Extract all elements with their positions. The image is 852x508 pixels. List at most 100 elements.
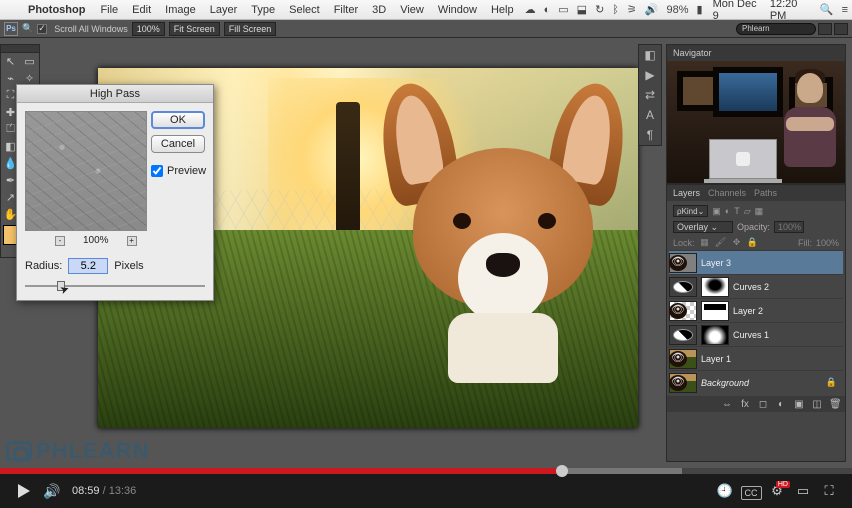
menu-file[interactable]: File bbox=[93, 4, 125, 16]
layer-name[interactable]: Layer 1 bbox=[701, 354, 731, 364]
visibility-icon[interactable]: 👁 bbox=[669, 351, 687, 367]
app-name[interactable]: Photoshop bbox=[20, 4, 93, 16]
lock-pixels-icon[interactable]: 🖌 bbox=[715, 237, 727, 248]
paths-tab[interactable]: Paths bbox=[754, 188, 777, 198]
filter-type-icon[interactable]: T bbox=[734, 206, 740, 216]
ok-button[interactable]: OK bbox=[151, 111, 205, 129]
play-button[interactable] bbox=[10, 477, 38, 505]
marquee-tool-icon[interactable]: ▭ bbox=[20, 53, 39, 70]
screen-mode-icon[interactable] bbox=[834, 23, 848, 35]
layer-row-background[interactable]: 👁 Background 🔒 bbox=[669, 370, 843, 394]
volume-button[interactable]: 🔊 bbox=[38, 477, 66, 505]
blend-mode-select[interactable]: Overlay ⌄ bbox=[673, 221, 733, 233]
link-layers-icon[interactable]: ⇔ bbox=[721, 399, 733, 410]
filter-shape-icon[interactable]: ▱ bbox=[744, 206, 751, 217]
menu-help[interactable]: Help bbox=[484, 4, 521, 16]
layer-mask[interactable] bbox=[701, 325, 729, 345]
navigator-tab[interactable]: Navigator bbox=[673, 48, 712, 58]
layer-thumb[interactable] bbox=[669, 277, 697, 297]
layer-name[interactable]: Layer 3 bbox=[701, 258, 731, 268]
character-panel-icon[interactable]: A bbox=[639, 105, 661, 125]
cloud-icon[interactable]: ☁ bbox=[521, 3, 540, 16]
layer-mask[interactable] bbox=[701, 301, 729, 321]
actions-panel-icon[interactable]: ▶ bbox=[639, 65, 661, 85]
filter-preview[interactable] bbox=[25, 111, 147, 231]
filter-pixel-icon[interactable]: ▣ bbox=[712, 206, 721, 217]
adobe-cc-icon[interactable]: ◐ bbox=[540, 4, 555, 16]
menu-select[interactable]: Select bbox=[282, 4, 327, 16]
zoom-field[interactable]: 100% bbox=[132, 22, 165, 36]
layer-row-curves2[interactable]: 👁 Curves 2 bbox=[669, 274, 843, 298]
notifications-icon[interactable]: ≡ bbox=[838, 4, 852, 16]
menu-view[interactable]: View bbox=[393, 4, 431, 16]
battery-icon[interactable]: ▮ bbox=[693, 3, 707, 16]
layer-fx-icon[interactable]: fx bbox=[739, 399, 751, 410]
progress-handle[interactable] bbox=[556, 465, 568, 477]
scroll-all-checkbox[interactable] bbox=[37, 24, 47, 34]
lock-transparent-icon[interactable]: ▦ bbox=[699, 237, 711, 248]
layer-thumb[interactable] bbox=[669, 325, 697, 345]
menu-filter[interactable]: Filter bbox=[327, 4, 365, 16]
zoom-out-button[interactable]: - bbox=[55, 236, 65, 246]
layer-name[interactable]: Background bbox=[701, 378, 749, 388]
visibility-icon[interactable]: 👁 bbox=[669, 303, 687, 319]
spotlight-icon[interactable]: 🔍 bbox=[816, 3, 838, 16]
fill-value[interactable]: 100% bbox=[816, 238, 839, 248]
menu-time[interactable]: 12:20 PM bbox=[764, 0, 816, 22]
opacity-value[interactable]: 100% bbox=[774, 221, 804, 233]
visibility-icon[interactable]: 👁 bbox=[669, 255, 687, 271]
zoom-in-button[interactable]: + bbox=[127, 236, 137, 246]
menu-type[interactable]: Type bbox=[244, 4, 282, 16]
layer-row-layer2[interactable]: 👁 Layer 2 bbox=[669, 298, 843, 322]
zoom-tool-icon[interactable]: 🔍 bbox=[22, 23, 33, 34]
menu-3d[interactable]: 3D bbox=[365, 4, 393, 16]
dropbox-icon[interactable]: ⬓ bbox=[573, 3, 591, 16]
theater-button[interactable]: ▭ bbox=[790, 483, 816, 499]
settings-button[interactable]: ⚙HD bbox=[764, 483, 790, 499]
radius-input[interactable] bbox=[68, 258, 108, 274]
filter-smart-icon[interactable]: ▦ bbox=[755, 206, 764, 217]
sync-icon[interactable]: ↻ bbox=[591, 3, 608, 16]
ps-logo-icon[interactable]: Ps bbox=[4, 22, 18, 36]
layer-row-curves1[interactable]: 👁 Curves 1 bbox=[669, 322, 843, 346]
menu-window[interactable]: Window bbox=[431, 4, 484, 16]
fill-screen-button[interactable]: Fill Screen bbox=[224, 22, 277, 36]
layer-row-layer3[interactable]: 👁 Layer 3 bbox=[669, 250, 843, 274]
properties-panel-icon[interactable]: ⇄ bbox=[639, 85, 661, 105]
channels-tab[interactable]: Channels bbox=[708, 188, 746, 198]
paragraph-panel-icon[interactable]: ¶ bbox=[639, 125, 661, 145]
visibility-icon[interactable]: 👁 bbox=[669, 375, 687, 391]
watch-later-button[interactable]: 🕘 bbox=[712, 483, 738, 499]
doc-arrange-icon[interactable] bbox=[818, 23, 832, 35]
cancel-button[interactable]: Cancel bbox=[151, 135, 205, 153]
layer-name[interactable]: Curves 1 bbox=[733, 330, 769, 340]
lock-all-icon[interactable]: 🔒 bbox=[747, 237, 759, 248]
captions-button[interactable]: CC bbox=[738, 484, 764, 499]
delete-layer-icon[interactable]: 🗑 bbox=[829, 399, 841, 410]
workspace-select[interactable]: Phlearn bbox=[736, 23, 816, 35]
fit-screen-button[interactable]: Fit Screen bbox=[169, 22, 220, 36]
new-adjust-icon[interactable]: ◐ bbox=[775, 399, 787, 410]
filter-kind-select[interactable]: ρ Kind ⌄ bbox=[673, 205, 708, 217]
menu-edit[interactable]: Edit bbox=[125, 4, 158, 16]
layer-row-layer1[interactable]: 👁 Layer 1 bbox=[669, 346, 843, 370]
volume-icon[interactable]: 🔊 bbox=[641, 3, 663, 16]
preview-checkbox[interactable] bbox=[151, 165, 163, 177]
progress-bar[interactable] bbox=[0, 468, 852, 474]
new-layer-icon[interactable]: ◫ bbox=[811, 399, 823, 410]
move-tool-icon[interactable]: ↖ bbox=[1, 53, 20, 70]
menu-layer[interactable]: Layer bbox=[203, 4, 245, 16]
layer-name[interactable]: Layer 2 bbox=[733, 306, 763, 316]
wifi-icon[interactable]: ⚞ bbox=[623, 3, 641, 16]
menu-date[interactable]: Mon Dec 9 bbox=[707, 0, 764, 22]
bluetooth-icon[interactable]: ᛒ bbox=[608, 4, 623, 16]
layer-mask[interactable] bbox=[701, 277, 729, 297]
filter-adjust-icon[interactable]: ◐ bbox=[725, 206, 730, 216]
layer-name[interactable]: Curves 2 bbox=[733, 282, 769, 292]
display-icon[interactable]: ▭ bbox=[554, 3, 572, 16]
fullscreen-button[interactable]: ⛶ bbox=[816, 483, 842, 499]
history-panel-icon[interactable]: ◧ bbox=[639, 45, 661, 65]
add-mask-icon[interactable]: ◻ bbox=[757, 399, 769, 410]
radius-slider[interactable] bbox=[25, 280, 205, 292]
menu-image[interactable]: Image bbox=[158, 4, 203, 16]
